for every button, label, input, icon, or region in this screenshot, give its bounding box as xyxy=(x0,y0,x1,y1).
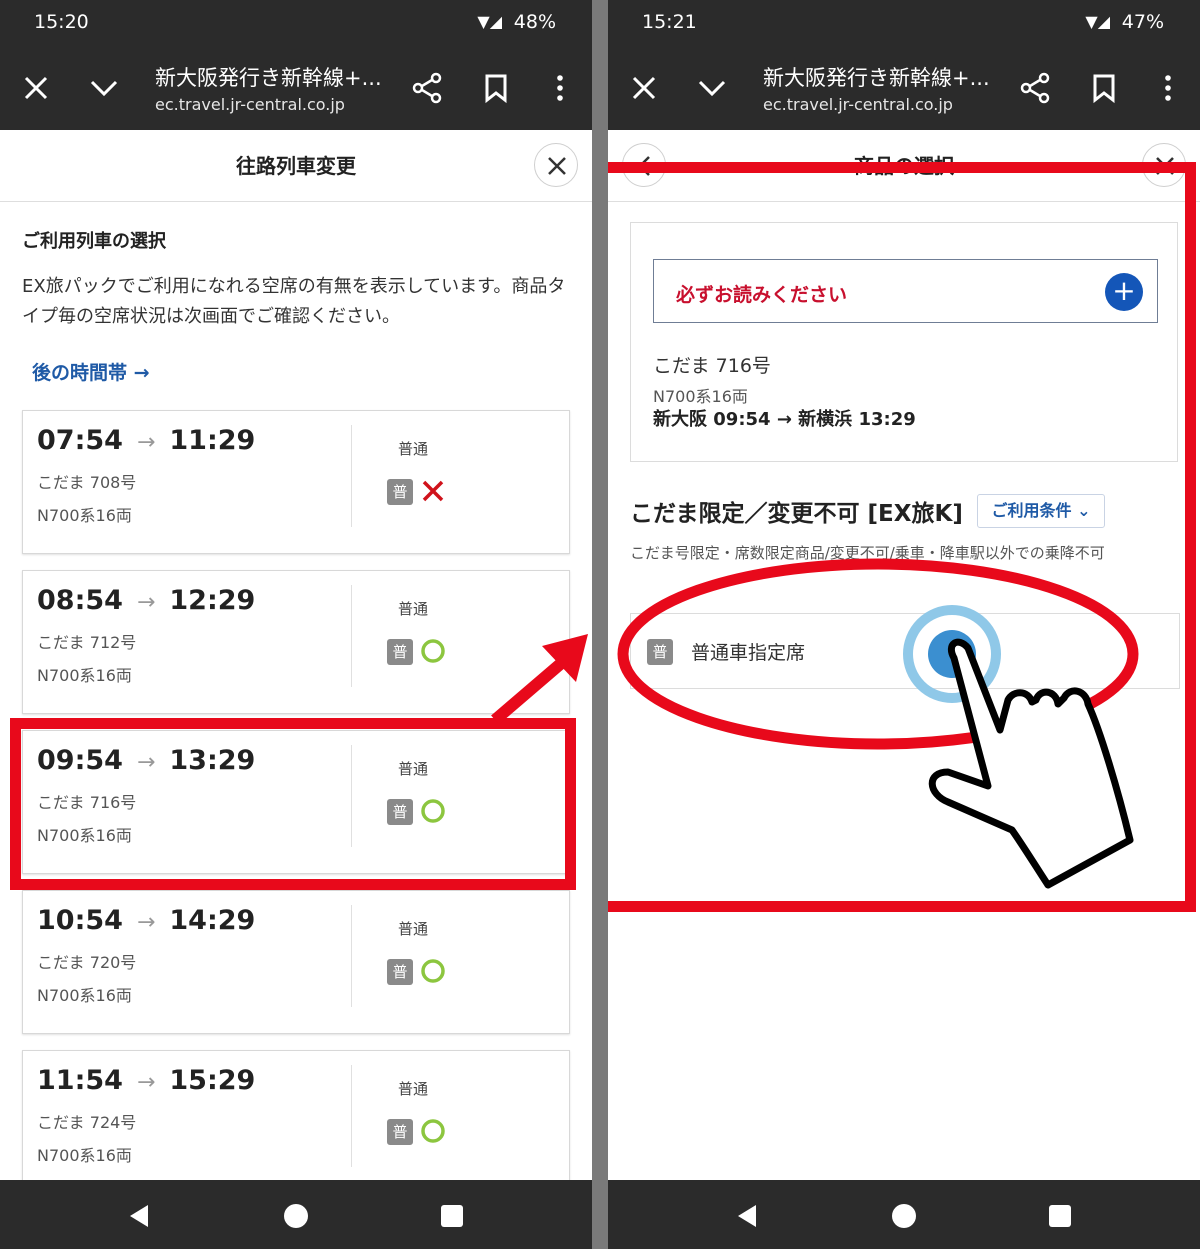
seat-class-label: 普通 xyxy=(398,920,429,938)
annotation-overlay xyxy=(617,558,1139,889)
train-times: 10:54 → 14:29 xyxy=(37,905,255,936)
train-name: こだま 720号 xyxy=(37,953,137,972)
status-bar: 15:21 ▼◢ 47% xyxy=(608,0,1200,46)
seat-class-badge: 普 xyxy=(387,959,413,985)
available-circle-icon xyxy=(421,1119,445,1143)
train-times: 08:54 → 12:29 xyxy=(37,585,255,616)
train-model: N700系16両 xyxy=(37,666,132,685)
close-icon[interactable] xyxy=(624,68,664,108)
departure-time: 07:54 xyxy=(37,425,123,456)
battery-level: 48% xyxy=(513,11,556,33)
recents-icon[interactable] xyxy=(1044,1200,1076,1232)
arrow-right-icon: → xyxy=(136,1070,156,1095)
train-times: 11:54 → 15:29 xyxy=(37,1065,255,1096)
more-vert-icon[interactable] xyxy=(540,68,580,108)
page-url: ec.travel.jr-central.co.jp xyxy=(155,95,345,114)
bookmark-icon[interactable] xyxy=(476,68,516,108)
right-screen: 15:21 ▼◢ 47% 新大阪発行き新幹線+... ec.travel.jr-… xyxy=(608,0,1200,1249)
browser-toolbar: 新大阪発行き新幹線+... ec.travel.jr-central.co.jp xyxy=(0,46,592,130)
modal-close-button[interactable] xyxy=(534,143,578,187)
arrival-time: 12:29 xyxy=(169,585,256,616)
train-card[interactable]: 11:54 → 15:29 こだま 724号 N700系16両 普通普 xyxy=(22,1050,570,1194)
chevron-down-icon[interactable] xyxy=(84,68,124,108)
section-title: ご利用列車の選択 xyxy=(22,231,166,252)
train-name: こだま 712号 xyxy=(37,633,137,652)
arrow-right-icon: → xyxy=(136,910,156,935)
status-time: 15:20 xyxy=(34,11,89,33)
recents-icon[interactable] xyxy=(436,1200,468,1232)
train-card[interactable]: 10:54 → 14:29 こだま 720号 N700系16両 普通普 xyxy=(22,890,570,1034)
red-arrow-icon xyxy=(491,634,588,725)
page-title: 新大阪発行き新幹線+... xyxy=(763,66,990,90)
battery-level: 47% xyxy=(1121,11,1164,33)
signal-icon: ▼◢ xyxy=(1085,12,1110,31)
modal-title: 往路列車変更 xyxy=(236,154,356,178)
system-nav-bar xyxy=(608,1180,1200,1249)
arrival-time: 11:29 xyxy=(169,425,256,456)
arrival-time: 15:29 xyxy=(169,1065,256,1096)
back-icon[interactable] xyxy=(732,1200,764,1232)
seat-class-badge: 普 xyxy=(387,479,413,505)
train-model: N700系16両 xyxy=(37,1146,132,1165)
chevron-down-icon[interactable] xyxy=(692,68,732,108)
home-icon[interactable] xyxy=(280,1200,312,1232)
share-icon[interactable] xyxy=(408,68,448,108)
unavailable-cross-icon xyxy=(422,480,444,502)
train-model: N700系16両 xyxy=(37,506,132,525)
status-bar: 15:20 ▼◢ 48% xyxy=(0,0,592,46)
page-url: ec.travel.jr-central.co.jp xyxy=(763,95,953,114)
later-time-link[interactable]: 後の時間帯 → xyxy=(32,358,150,385)
card-divider xyxy=(351,585,352,687)
seat-class-label: 普通 xyxy=(398,440,429,458)
card-divider xyxy=(351,905,352,1007)
close-icon[interactable] xyxy=(16,68,56,108)
browser-toolbar: 新大阪発行き新幹線+... ec.travel.jr-central.co.jp xyxy=(608,46,1200,130)
page-title: 新大阪発行き新幹線+... xyxy=(155,66,382,90)
seat-class-label: 普通 xyxy=(398,600,429,618)
available-circle-icon xyxy=(421,639,445,663)
more-vert-icon[interactable] xyxy=(1148,68,1188,108)
departure-time: 11:54 xyxy=(37,1065,123,1096)
arrow-right-icon: → xyxy=(136,430,156,455)
arrow-right-icon: → xyxy=(136,590,156,615)
train-name: こだま 708号 xyxy=(37,473,137,492)
available-circle-icon xyxy=(421,959,445,983)
departure-time: 08:54 xyxy=(37,585,123,616)
pointing-hand-icon xyxy=(928,638,1134,889)
modal-header: 往路列車変更 xyxy=(0,130,592,202)
departure-time: 10:54 xyxy=(37,905,123,936)
status-time: 15:21 xyxy=(642,11,697,33)
seat-class-label: 普通 xyxy=(398,1080,429,1098)
back-icon[interactable] xyxy=(124,1200,156,1232)
train-name: こだま 724号 xyxy=(37,1113,137,1132)
card-divider xyxy=(351,425,352,527)
seat-class-badge: 普 xyxy=(387,1119,413,1145)
highlight-frame xyxy=(10,718,576,890)
seat-class-badge: 普 xyxy=(387,639,413,665)
availability-description: EX旅パックでご利用になれる空席の有無を表示しています。商品タイプ毎の空席状況は… xyxy=(22,276,566,327)
system-nav-bar xyxy=(0,1180,592,1249)
signal-icon: ▼◢ xyxy=(477,12,502,31)
card-divider xyxy=(351,1065,352,1167)
train-card[interactable]: 07:54 → 11:29 こだま 708号 N700系16両 普通普 xyxy=(22,410,570,554)
share-icon[interactable] xyxy=(1016,68,1056,108)
train-model: N700系16両 xyxy=(37,986,132,1005)
arrival-time: 14:29 xyxy=(169,905,256,936)
close-icon xyxy=(548,157,566,175)
bookmark-icon[interactable] xyxy=(1084,68,1124,108)
home-icon[interactable] xyxy=(888,1200,920,1232)
train-times: 07:54 → 11:29 xyxy=(37,425,255,456)
